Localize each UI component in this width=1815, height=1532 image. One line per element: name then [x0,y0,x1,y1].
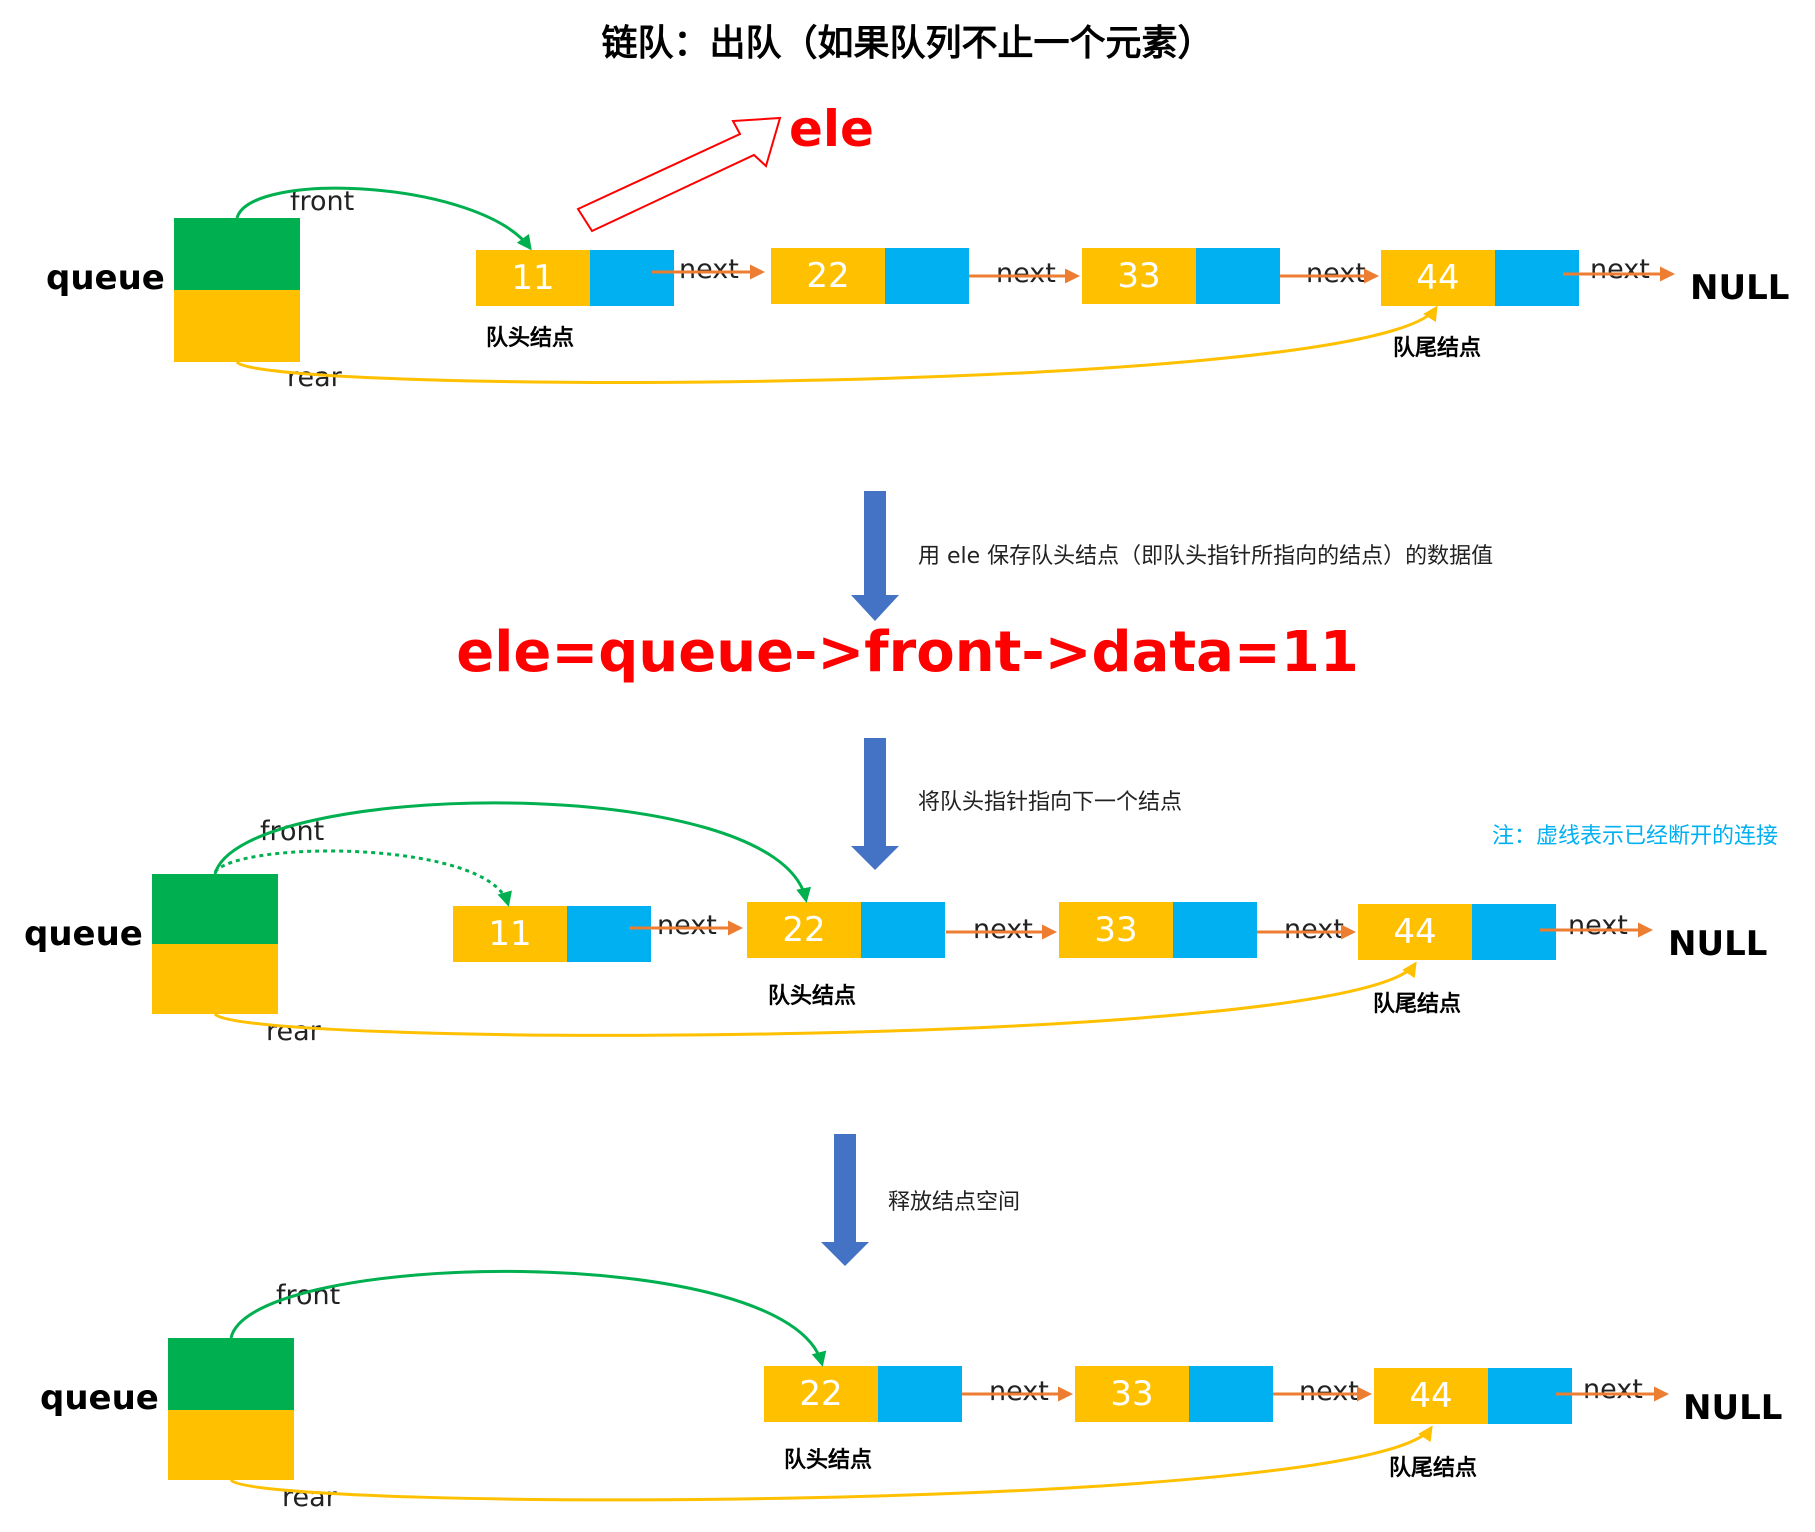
step-arrow [851,738,899,870]
front-arrow [235,186,532,251]
broken-front-arrow [213,849,512,907]
step-arrow [851,491,899,621]
rear-arrow [229,1425,1433,1502]
rear-arrow [213,961,1417,1037]
front-arrow [213,801,811,903]
step-arrow [821,1134,869,1266]
arrow-overlay [213,116,1675,1502]
rear-arrow [235,305,1438,384]
front-arrow [229,1269,827,1367]
ele-hollow-arrow [576,116,782,233]
